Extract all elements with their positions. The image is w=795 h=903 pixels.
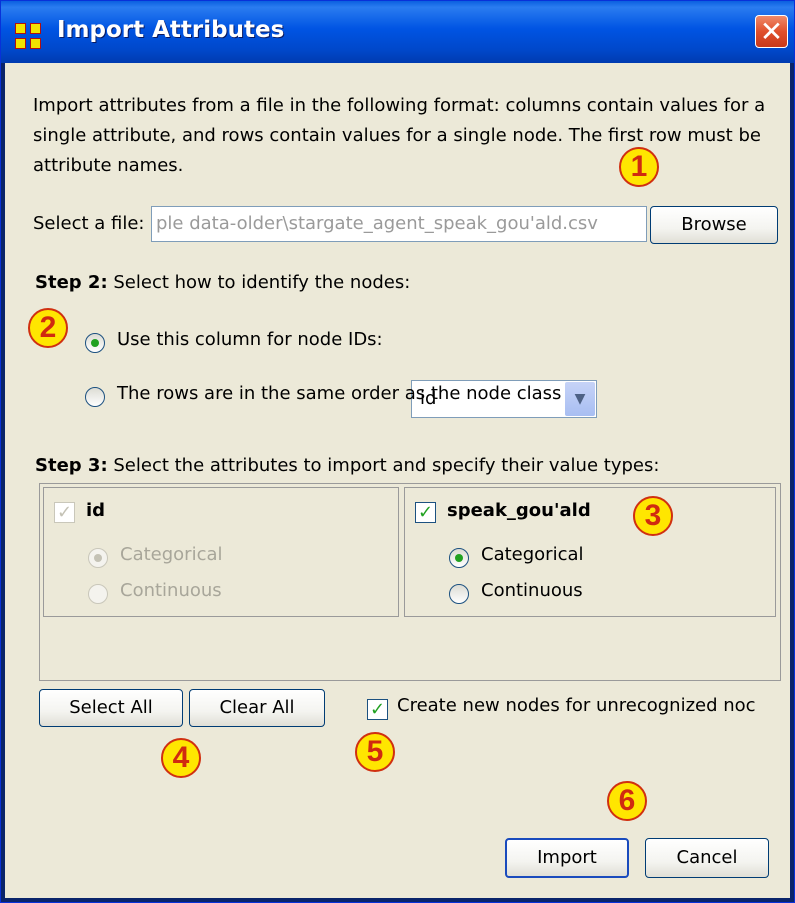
attribute-checkbox-id[interactable]: ✓: [54, 502, 75, 523]
attributes-panel: ✓ id Categorical Continuous ✓ speak_gou'…: [39, 483, 781, 681]
dialog-content: Import attributes from a file in the fol…: [5, 63, 790, 898]
radio-id-categorical[interactable]: [88, 548, 108, 568]
id-categorical-label: Categorical: [120, 544, 223, 565]
attribute-card-speak-gouald: ✓ speak_gou'ald 3 Categorical Continuous: [404, 487, 776, 617]
description-text: Import attributes from a file in the fol…: [33, 95, 766, 176]
file-path-field[interactable]: ple data-older\stargate_agent_speak_gou'…: [151, 206, 647, 242]
id-continuous-label: Continuous: [120, 580, 222, 601]
attribute-name-speak-gouald: speak_gou'ald: [447, 500, 591, 521]
attribute-card-id: ✓ id Categorical Continuous: [43, 487, 399, 617]
step2-title: Step 2: Select how to identify the nodes…: [35, 272, 411, 293]
radio-same-order[interactable]: [85, 387, 105, 407]
file-label: Select a file:: [33, 213, 145, 234]
create-nodes-label: Create new nodes for unrecognized noc: [397, 695, 756, 716]
cancel-button[interactable]: Cancel: [645, 838, 769, 878]
radio-use-column[interactable]: [85, 333, 105, 353]
use-column-label: Use this column for node IDs:: [117, 329, 383, 350]
step3-title: Step 3: Select the attributes to import …: [35, 455, 660, 476]
import-attributes-dialog: Import Attributes ✕ Import attributes fr…: [0, 0, 795, 903]
radio-id-continuous[interactable]: [88, 584, 108, 604]
same-order-label: The rows are in the same order as the no…: [117, 383, 562, 404]
marker-3: 3: [633, 496, 673, 536]
attribute-name-id: id: [86, 500, 106, 521]
speak-categorical-label: Categorical: [481, 544, 584, 565]
radio-speak-continuous[interactable]: [449, 584, 469, 604]
attribute-checkbox-speak-gouald[interactable]: ✓: [415, 502, 436, 523]
clear-all-button[interactable]: Clear All: [189, 689, 325, 727]
marker-2: 2: [28, 308, 68, 348]
marker-4: 4: [161, 738, 201, 778]
marker-1: 1: [619, 147, 659, 187]
select-all-button[interactable]: Select All: [39, 689, 183, 727]
marker-5: 5: [355, 732, 395, 772]
import-button[interactable]: Import: [505, 838, 629, 878]
browse-button[interactable]: Browse: [650, 206, 778, 244]
radio-speak-categorical[interactable]: [449, 548, 469, 568]
create-nodes-checkbox[interactable]: ✓: [367, 699, 388, 720]
title-bar[interactable]: Import Attributes ✕: [1, 1, 794, 63]
chevron-down-icon[interactable]: ▼: [565, 382, 595, 416]
close-button[interactable]: ✕: [755, 15, 788, 48]
speak-continuous-label: Continuous: [481, 580, 583, 601]
grid-icon: [15, 23, 41, 49]
marker-6: 6: [607, 781, 647, 821]
window-title: Import Attributes: [57, 17, 285, 43]
